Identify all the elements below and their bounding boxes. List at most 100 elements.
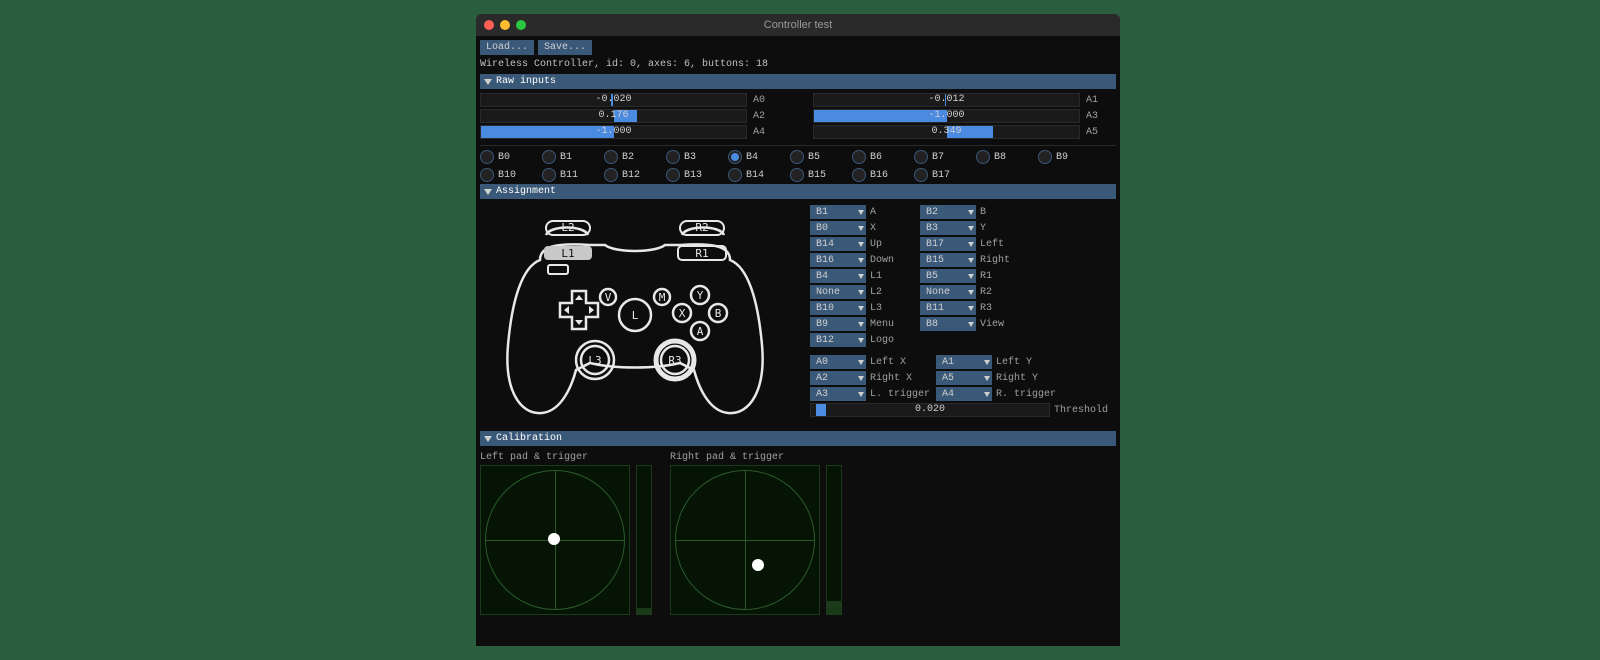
raw-button[interactable]: B2 <box>604 150 660 164</box>
section-assignment[interactable]: Assignment <box>480 184 1116 199</box>
mapping-select[interactable]: None <box>920 285 976 299</box>
mapping-select[interactable]: A4 <box>936 387 992 401</box>
mapping-select[interactable]: B11 <box>920 301 976 315</box>
button-label: B2 <box>622 152 634 163</box>
section-raw-inputs[interactable]: Raw inputs <box>480 74 1116 89</box>
right-pad: Right pad & trigger <box>670 452 842 615</box>
raw-button[interactable]: B5 <box>790 150 846 164</box>
mapping-select[interactable]: A3 <box>810 387 866 401</box>
mapping-select[interactable]: A5 <box>936 371 992 385</box>
mapping-select[interactable]: A0 <box>810 355 866 369</box>
mapping-select[interactable]: B10 <box>810 301 866 315</box>
svg-text:L1: L1 <box>561 247 574 260</box>
right-stick-field[interactable] <box>670 465 820 615</box>
section-label: Assignment <box>496 186 556 197</box>
chevron-down-icon <box>968 258 974 263</box>
mapping-select[interactable]: B17 <box>920 237 976 251</box>
section-label: Raw inputs <box>496 76 556 87</box>
chevron-down-icon <box>858 258 864 263</box>
svg-text:A: A <box>697 325 704 338</box>
raw-button[interactable]: B1 <box>542 150 598 164</box>
mapping-label: X <box>870 223 916 234</box>
raw-button[interactable]: B3 <box>666 150 722 164</box>
mapping-label: R1 <box>980 271 1026 282</box>
raw-button[interactable]: B11 <box>542 168 598 182</box>
axis-row: -0.020 A0 <box>480 93 783 107</box>
app-window: Controller test Load... Save... Wireless… <box>476 14 1120 646</box>
mapping-select[interactable]: B5 <box>920 269 976 283</box>
svg-text:L3: L3 <box>588 354 601 367</box>
raw-button[interactable]: B13 <box>666 168 722 182</box>
raw-button[interactable]: B4 <box>728 150 784 164</box>
axis-slider[interactable]: -1.000 <box>813 109 1080 123</box>
section-label: Calibration <box>496 433 562 444</box>
button-label: B6 <box>870 152 882 163</box>
axis-label: A0 <box>753 95 783 106</box>
axis-label: A2 <box>753 111 783 122</box>
axis-slider[interactable]: -0.012 <box>813 93 1080 107</box>
left-trigger-bar[interactable] <box>636 465 652 615</box>
mapping-select[interactable]: B0 <box>810 221 866 235</box>
threshold-row: 0.020Threshold <box>810 403 1116 417</box>
mapping-select[interactable]: B15 <box>920 253 976 267</box>
controller-diagram: L2 R2 L1 R1 V M L Y B A X L3 R3 <box>480 205 790 425</box>
mapping-label: L3 <box>870 303 916 314</box>
raw-button[interactable]: B16 <box>852 168 908 182</box>
mapping-select[interactable]: A1 <box>936 355 992 369</box>
button-indicator-icon <box>852 168 866 182</box>
button-label: B5 <box>808 152 820 163</box>
mapping-label: L2 <box>870 287 916 298</box>
raw-button[interactable]: B10 <box>480 168 536 182</box>
button-indicator-icon <box>480 150 494 164</box>
button-indicator-icon <box>604 168 618 182</box>
axis-label: A3 <box>1086 111 1116 122</box>
load-button[interactable]: Load... <box>480 40 534 55</box>
mapping-select[interactable]: B8 <box>920 317 976 331</box>
button-indicator-icon <box>542 168 556 182</box>
raw-button[interactable]: B15 <box>790 168 846 182</box>
right-trigger-bar[interactable] <box>826 465 842 615</box>
mapping-select[interactable]: B12 <box>810 333 866 347</box>
titlebar[interactable]: Controller test <box>476 14 1120 36</box>
button-label: B12 <box>622 170 640 181</box>
raw-button[interactable]: B8 <box>976 150 1032 164</box>
chevron-down-icon <box>968 306 974 311</box>
mapping-select[interactable]: A2 <box>810 371 866 385</box>
svg-text:Y: Y <box>697 289 704 302</box>
button-indicator-icon <box>790 168 804 182</box>
axis-row: 0.176 A2 <box>480 109 783 123</box>
threshold-slider[interactable]: 0.020 <box>810 403 1050 417</box>
mapping-row: A0Left XA1Left Y <box>810 355 1116 369</box>
mapping-select[interactable]: B4 <box>810 269 866 283</box>
mapping-select[interactable]: B3 <box>920 221 976 235</box>
raw-button[interactable]: B17 <box>914 168 970 182</box>
mapping-select[interactable]: B14 <box>810 237 866 251</box>
chevron-down-icon <box>858 242 864 247</box>
raw-button[interactable]: B6 <box>852 150 908 164</box>
mapping-select[interactable]: B1 <box>810 205 866 219</box>
axis-slider[interactable]: 0.176 <box>480 109 747 123</box>
raw-button[interactable]: B9 <box>1038 150 1094 164</box>
chevron-down-icon <box>984 376 990 381</box>
axis-slider[interactable]: -1.000 <box>480 125 747 139</box>
chevron-down-icon <box>968 322 974 327</box>
save-button[interactable]: Save... <box>538 40 592 55</box>
section-calibration[interactable]: Calibration <box>480 431 1116 446</box>
mapping-select[interactable]: B2 <box>920 205 976 219</box>
button-label: B3 <box>684 152 696 163</box>
raw-button[interactable]: B0 <box>480 150 536 164</box>
raw-button[interactable]: B14 <box>728 168 784 182</box>
button-label: B8 <box>994 152 1006 163</box>
left-stick-field[interactable] <box>480 465 630 615</box>
svg-text:V: V <box>605 291 612 304</box>
raw-button[interactable]: B7 <box>914 150 970 164</box>
mapping-select[interactable]: None <box>810 285 866 299</box>
button-label: B13 <box>684 170 702 181</box>
axis-slider[interactable]: 0.349 <box>813 125 1080 139</box>
mapping-select[interactable]: B16 <box>810 253 866 267</box>
mapping-row: B4L1B5R1 <box>810 269 1116 283</box>
mapping-select[interactable]: B9 <box>810 317 866 331</box>
axis-slider[interactable]: -0.020 <box>480 93 747 107</box>
chevron-down-icon <box>968 226 974 231</box>
raw-button[interactable]: B12 <box>604 168 660 182</box>
